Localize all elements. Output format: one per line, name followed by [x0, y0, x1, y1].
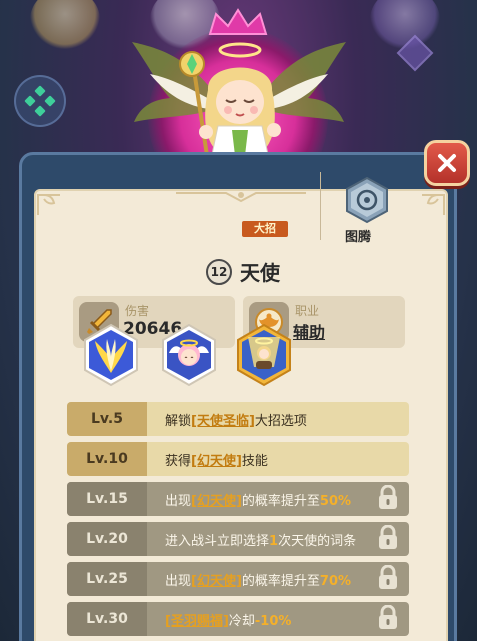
level-description: 解锁[天使圣临]大招选项	[147, 410, 307, 429]
skill-icon-phantom-angel[interactable]	[159, 323, 219, 387]
desc-text: 解锁	[165, 413, 192, 429]
desc-text: 出现	[165, 573, 192, 589]
desc-text: 获得	[165, 453, 192, 469]
desc-value: 1	[269, 533, 279, 549]
desc-text: 出现	[165, 493, 192, 509]
lock-icon	[379, 485, 397, 509]
level-description: 出现[幻天使]的概率提升至70%	[147, 570, 351, 589]
ultimate-tag: 大招	[242, 221, 288, 237]
desc-text: 技能	[241, 453, 268, 469]
desc-text: 的概率提升至	[241, 573, 320, 589]
skill-link[interactable]: [圣羽赐福]	[165, 614, 229, 629]
crown-icon	[208, 8, 268, 35]
close-icon	[438, 154, 456, 172]
desc-value: 70%	[319, 573, 352, 589]
totem-icon[interactable]	[343, 176, 391, 224]
level-description: 进入战斗立即选择1次天使的词条	[147, 530, 356, 549]
lock-icon	[379, 565, 397, 589]
level-label: Lv.5	[67, 402, 147, 436]
level-row: Lv.15 出现[幻天使]的概率提升至50%	[67, 482, 409, 516]
background-scene	[0, 0, 477, 170]
background-hero-portrait	[30, 0, 100, 50]
level-row: Lv.5 解锁[天使圣临]大招选项	[67, 402, 409, 436]
job-label: 职业	[295, 304, 320, 318]
skill-link[interactable]: [天使圣临]	[191, 414, 255, 429]
level-label: Lv.20	[67, 522, 147, 556]
level-description: 获得[幻天使]技能	[147, 450, 268, 469]
desc-text: 次天使的词条	[278, 533, 357, 549]
skill-link[interactable]: [幻天使]	[191, 494, 242, 509]
lock-icon	[379, 525, 397, 549]
angel-hero-portrait	[179, 42, 281, 165]
level-row: Lv.20 进入战斗立即选择1次天使的词条	[67, 522, 409, 556]
level-label: Lv.25	[67, 562, 147, 596]
level-description: [圣羽赐福]冷却-10%	[147, 610, 291, 629]
level-row: Lv.10 获得[幻天使]技能	[67, 442, 409, 476]
lock-icon	[379, 605, 397, 629]
level-unlock-list: Lv.5 解锁[天使圣临]大招选项 Lv.10 获得[幻天使]技能 Lv.15 …	[67, 402, 409, 641]
totem-label: 图腾	[345, 230, 372, 245]
skill-icon-wings[interactable]	[81, 323, 141, 387]
desc-text: 的概率提升至	[241, 493, 320, 509]
ultimate-skill-icon[interactable]	[234, 323, 294, 387]
divider	[320, 172, 321, 240]
close-button[interactable]	[424, 140, 470, 186]
level-row: Lv.30 [圣羽赐福]冷却-10%	[67, 602, 409, 636]
desc-text: 大招选项	[254, 413, 307, 429]
level-label: Lv.15	[67, 482, 147, 516]
skill-link[interactable]: [幻天使]	[191, 574, 242, 589]
damage-label: 伤害	[125, 304, 150, 318]
level-description: 出现[幻天使]的概率提升至50%	[147, 490, 351, 509]
level-label: Lv.30	[67, 602, 147, 636]
desc-value: -10%	[254, 613, 292, 629]
background-hero-portrait	[370, 0, 440, 50]
skill-link[interactable]: [幻天使]	[191, 454, 242, 469]
desc-text: 进入战斗立即选择	[165, 533, 270, 549]
level-row: Lv.25 出现[幻天使]的概率提升至70%	[67, 562, 409, 596]
job-value-link[interactable]: 辅助	[293, 319, 325, 343]
desc-text: 冷却	[228, 613, 255, 629]
dpad-icon[interactable]	[14, 75, 66, 127]
desc-value: 50%	[319, 493, 352, 509]
level-label: Lv.10	[67, 442, 147, 476]
skills-row: 大招 图腾	[33, 150, 447, 387]
